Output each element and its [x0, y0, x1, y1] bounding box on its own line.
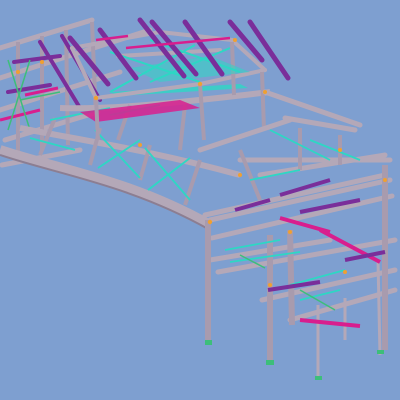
3d-model-viewport[interactable]: [0, 0, 400, 400]
steel-structure-model[interactable]: [0, 0, 400, 400]
